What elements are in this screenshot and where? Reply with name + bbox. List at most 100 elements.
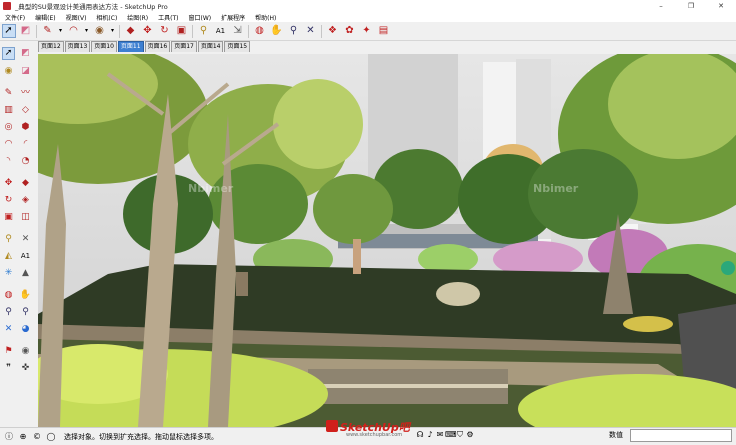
tab-scene-13[interactable]: 页面13 [64, 41, 91, 52]
arc-icon[interactable]: ◠ [67, 24, 81, 38]
zoom-icon[interactable]: ⚲ [287, 24, 301, 38]
orbit-icon[interactable]: ◍ [2, 289, 15, 302]
user-icon[interactable]: ◯ [46, 432, 56, 442]
move-icon[interactable]: ✥ [2, 177, 15, 190]
tab-scene-17[interactable]: 页面17 [171, 41, 197, 52]
rotated-rectangle-icon[interactable]: ◇ [19, 104, 32, 117]
previous-view-icon[interactable]: ◕ [19, 323, 32, 336]
maximize-button[interactable]: ❐ [676, 0, 706, 12]
menu-bar: 文件(F) 编辑(E) 视图(V) 相机(C) 绘图(R) 工具(T) 窗口(W… [0, 12, 736, 22]
zoom-extents-icon[interactable]: ✕ [304, 24, 318, 38]
zoom-window-icon[interactable]: ⚲ [19, 306, 32, 319]
menu-draw[interactable]: 绘图(R) [122, 13, 153, 22]
minimize-button[interactable]: – [646, 0, 676, 12]
model-viewport[interactable]: Nbimer Nbimer [38, 54, 736, 427]
protractor-icon[interactable]: ◭ [2, 250, 15, 263]
pushpull-icon[interactable]: ◆ [19, 177, 32, 190]
two-point-arc-icon[interactable]: ◜ [19, 138, 32, 151]
menu-window[interactable]: 窗口(W) [184, 13, 217, 22]
geo-location-icon[interactable]: ⊕ [18, 432, 28, 442]
text-icon[interactable]: A1 [214, 24, 228, 38]
make-component-icon[interactable]: ◩ [19, 47, 32, 60]
scale-icon[interactable]: ▣ [2, 211, 15, 224]
speaker-icon[interactable]: ☊ [415, 430, 425, 440]
dimension-icon[interactable]: ⇲ [231, 24, 245, 38]
sketchup-bar-logo: SketchUp吧 www.sketchupbar.com [326, 417, 412, 441]
pencil-icon[interactable]: ✎ [41, 24, 55, 38]
axes-icon[interactable]: ✳ [2, 267, 15, 280]
pie-icon[interactable]: ◔ [19, 155, 32, 168]
polygon-icon[interactable]: ⬢ [19, 121, 32, 134]
green-marker-icon [721, 261, 735, 275]
select-icon[interactable]: ➚ [2, 47, 15, 60]
zoom-extents-icon[interactable]: ✕ [2, 323, 15, 336]
watermark: Nbimer [188, 182, 234, 195]
select-icon[interactable]: ➚ [1, 24, 16, 38]
tab-scene-10[interactable]: 页面10 [91, 41, 117, 52]
arc-icon[interactable]: ◠ [2, 138, 15, 151]
offset-icon[interactable]: ▣ [175, 24, 189, 38]
tab-scene-11[interactable]: 页面11 [117, 41, 144, 52]
chevron-down-icon[interactable]: ▾ [110, 24, 116, 38]
warehouse-icon[interactable]: ❖ [326, 24, 340, 38]
pan-icon[interactable]: ✋ [19, 289, 32, 302]
follow-me-icon[interactable]: ◈ [19, 194, 32, 207]
menu-extensions[interactable]: 扩展程序 [216, 13, 250, 22]
menu-file[interactable]: 文件(F) [0, 13, 30, 22]
dimension-icon[interactable]: ✕ [19, 233, 32, 246]
measurements-input[interactable] [630, 429, 732, 442]
chevron-down-icon[interactable]: ▾ [58, 24, 64, 38]
people-with-dog [436, 282, 480, 306]
mail-icon[interactable]: ✉ [435, 430, 445, 440]
3d-text-icon[interactable]: ▲ [19, 267, 32, 280]
tshirt-icon[interactable]: ⛉ [455, 430, 465, 440]
tab-scene-15[interactable]: 页面15 [224, 41, 251, 52]
eraser-icon[interactable]: ◪ [19, 65, 32, 78]
offset-icon[interactable]: ◫ [19, 211, 32, 224]
look-around-icon[interactable]: ◉ [19, 345, 32, 358]
pan-icon[interactable]: ✋ [270, 24, 284, 38]
microphone-icon[interactable]: ♪ [425, 430, 435, 440]
paint-bucket-icon[interactable]: ◉ [2, 65, 15, 78]
circle-icon[interactable]: ◎ [2, 121, 15, 134]
chevron-down-icon[interactable]: ▾ [84, 24, 90, 38]
rotate-icon[interactable]: ↻ [2, 194, 15, 207]
tab-scene-12[interactable]: 页面12 [38, 41, 64, 52]
three-point-arc-icon[interactable]: ◝ [2, 155, 15, 168]
window-title: _典型的SU景观设计美通用表达方法 - SketchUp Pro [15, 3, 168, 11]
taskbar-tray-icons: ☊ ♪ ✉ ⌨ ⛉ ⚙ [415, 430, 475, 440]
menu-edit[interactable]: 编辑(E) [30, 13, 60, 22]
pushpull-icon[interactable]: ◆ [124, 24, 138, 38]
tab-scene-14[interactable]: 页面14 [197, 41, 224, 52]
line-icon[interactable]: ✎ [2, 87, 15, 100]
menu-tools[interactable]: 工具(T) [153, 13, 183, 22]
orbit-icon[interactable]: ◍ [253, 24, 267, 38]
title-bar: _典型的SU景观设计美通用表达方法 - SketchUp Pro – ❐ ✕ [0, 0, 736, 12]
extension-icon[interactable]: ✿ [343, 24, 357, 38]
freehand-icon[interactable]: 〰 [19, 87, 32, 100]
section-plane-icon[interactable]: ✜ [19, 362, 32, 375]
styles-icon[interactable]: ▤ [377, 24, 391, 38]
tape-measure-icon[interactable]: ⚲ [2, 233, 15, 246]
tape-measure-icon[interactable]: ⚲ [197, 24, 211, 38]
move-icon[interactable]: ✥ [141, 24, 155, 38]
zoom-icon[interactable]: ⚲ [2, 306, 15, 319]
menu-camera[interactable]: 相机(C) [91, 13, 122, 22]
position-camera-icon[interactable]: ⚑ [2, 345, 15, 358]
tab-scene-16[interactable]: 页面16 [144, 41, 171, 52]
rectangle-icon[interactable]: ▥ [2, 104, 15, 117]
keyboard-icon[interactable]: ⌨ [445, 430, 457, 440]
walk-icon[interactable]: ❞ [2, 362, 15, 375]
paint-bucket-icon[interactable]: ◉ [93, 24, 107, 38]
text-icon[interactable]: A1 [19, 250, 32, 263]
menu-help[interactable]: 帮助(H) [250, 13, 281, 22]
layout-icon[interactable]: ✦ [360, 24, 374, 38]
menu-view[interactable]: 视图(V) [61, 13, 92, 22]
logo-mark-icon [326, 420, 338, 432]
info-icon[interactable]: ⓘ [4, 432, 14, 442]
settings-icon[interactable]: ⚙ [465, 430, 475, 440]
rotate-icon[interactable]: ↻ [158, 24, 172, 38]
close-button[interactable]: ✕ [706, 0, 736, 12]
credits-icon[interactable]: © [32, 432, 42, 442]
eraser-icon[interactable]: ◩ [19, 24, 33, 38]
